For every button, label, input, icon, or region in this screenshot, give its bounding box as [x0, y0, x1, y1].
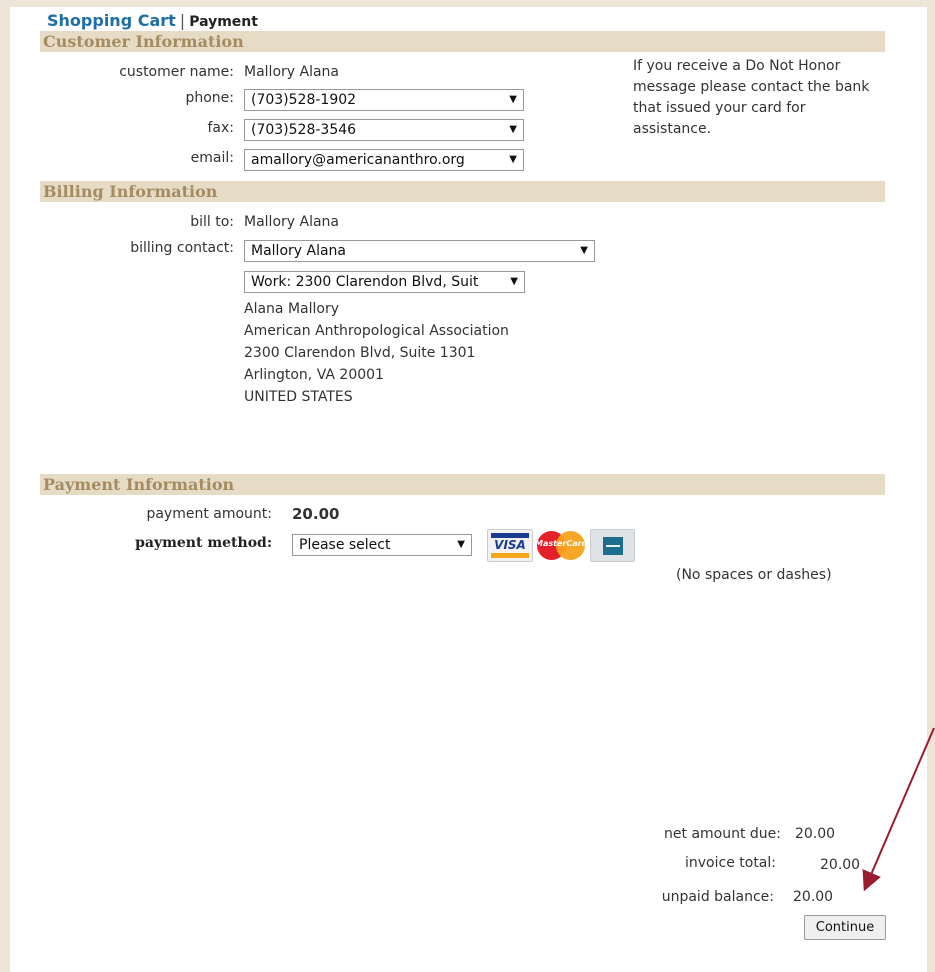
breadcrumb-separator: |: [179, 11, 186, 30]
phone-select[interactable]: (703)528-1902 ▼: [244, 89, 524, 111]
chevron-down-icon: ▼: [509, 124, 517, 135]
fax-select[interactable]: (703)528-3546 ▼: [244, 119, 524, 141]
unpaid-balance-value: 20.00: [793, 889, 834, 905]
billing-address-select[interactable]: Work: 2300 Clarendon Blvd, Suit ▼: [244, 271, 525, 293]
do-not-honor-note: If you receive a Do Not Honor message pl…: [633, 58, 870, 137]
chevron-down-icon: ▼: [509, 154, 517, 165]
bill-to-value: Mallory Alana: [244, 214, 339, 230]
mastercard-text: MasterCard: [535, 539, 588, 548]
billing-contact-select-value: Mallory Alana: [251, 243, 346, 259]
page-frame-right: [927, 0, 935, 972]
breadcrumb-current: Payment: [189, 14, 258, 30]
chevron-down-icon: ▼: [510, 276, 518, 287]
payment-method-select-value: Please select: [299, 537, 391, 553]
address-line: American Anthropological Association: [244, 323, 509, 339]
card-number-hint: (No spaces or dashes): [676, 567, 832, 583]
email-label: email:: [190, 150, 234, 166]
customer-information-header: Customer Information: [40, 31, 885, 52]
net-amount-due-value: 20.00: [795, 826, 836, 842]
billing-address-select-value: Work: 2300 Clarendon Blvd, Suit: [251, 274, 479, 290]
email-select-value: amallory@americananthro.org: [251, 152, 465, 168]
phone-select-value: (703)528-1902: [251, 92, 357, 108]
phone-label: phone:: [185, 90, 234, 106]
address-line: UNITED STATES: [244, 389, 353, 405]
address-line: Arlington, VA 20001: [244, 367, 384, 383]
payment-amount-label: payment amount:: [146, 506, 272, 522]
invoice-total-label: invoice total:: [685, 855, 776, 871]
visa-card-icon: VISA: [487, 529, 533, 562]
invoice-total-value: 20.00: [820, 857, 861, 873]
breadcrumb: Shopping Cart | Payment: [47, 11, 258, 30]
payment-method-label: payment method:: [135, 535, 272, 551]
chevron-down-icon: ▼: [509, 94, 517, 105]
chevron-down-icon: ▼: [457, 539, 465, 550]
bill-to-label: bill to:: [190, 214, 234, 230]
visa-card-text: VISA: [494, 538, 526, 552]
billing-contact-label: billing contact:: [130, 240, 234, 256]
chevron-down-icon: ▼: [580, 245, 588, 256]
fax-label: fax:: [207, 120, 234, 136]
email-select[interactable]: amallory@americananthro.org ▼: [244, 149, 524, 171]
mastercard-icon: MasterCard: [535, 529, 587, 562]
breadcrumb-shopping-cart-link[interactable]: Shopping Cart: [47, 11, 176, 30]
fax-select-value: (703)528-3546: [251, 122, 357, 138]
billing-contact-select[interactable]: Mallory Alana ▼: [244, 240, 595, 262]
billing-information-header: Billing Information: [40, 181, 885, 202]
amex-card-icon: [590, 529, 635, 562]
payment-amount-value: 20.00: [292, 505, 340, 523]
continue-button[interactable]: Continue: [804, 915, 886, 940]
unpaid-balance-label: unpaid balance:: [661, 889, 774, 905]
net-amount-due-label: net amount due:: [664, 826, 781, 842]
customer-name-label: customer name:: [119, 64, 234, 80]
billing-address-block: Alana Mallory American Anthropological A…: [244, 298, 509, 408]
payment-method-select[interactable]: Please select ▼: [292, 534, 472, 556]
page-frame-top: [0, 0, 935, 7]
customer-name-value: Mallory Alana: [244, 64, 339, 80]
payment-information-header: Payment Information: [40, 474, 885, 495]
address-line: Alana Mallory: [244, 301, 339, 317]
page-frame-left: [0, 0, 10, 972]
address-line: 2300 Clarendon Blvd, Suite 1301: [244, 345, 476, 361]
